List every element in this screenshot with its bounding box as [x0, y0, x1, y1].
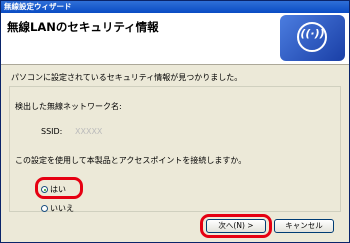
info-message: パソコンに設定されているセキュリティ情報が見つかりました。: [11, 73, 243, 82]
radio-yes-dot[interactable]: [41, 186, 48, 193]
page-title: 無線LANのセキュリティ情報: [7, 20, 159, 34]
title-bar: 無線設定ウィザード: [1, 1, 349, 13]
radio-yes-label: はい: [50, 185, 66, 194]
header-panel: 無線LANのセキュリティ情報 ((·)): [1, 13, 349, 65]
ssid-label: SSID:: [41, 127, 63, 136]
connect-question: この設定を使用して本製品とアクセスポイントを接続しますか。: [15, 156, 247, 165]
detected-network-label: 検出した無線ネットワーク名:: [15, 102, 122, 111]
radio-no[interactable]: いいえ: [41, 203, 74, 214]
radio-no-label: いいえ: [50, 204, 74, 213]
radio-no-dot[interactable]: [41, 205, 48, 212]
next-button[interactable]: 次へ(N) >: [206, 219, 266, 233]
wizard-window: 無線設定ウィザード 無線LANのセキュリティ情報 ((·)) パソコンに設定され…: [0, 0, 350, 243]
logo-mark: ((·)): [300, 27, 325, 40]
ssid-value: XXXXX: [75, 127, 103, 136]
radio-yes[interactable]: はい: [41, 184, 66, 195]
wireless-logo-icon: ((·)): [280, 15, 345, 61]
cancel-button[interactable]: キャンセル: [274, 219, 334, 233]
